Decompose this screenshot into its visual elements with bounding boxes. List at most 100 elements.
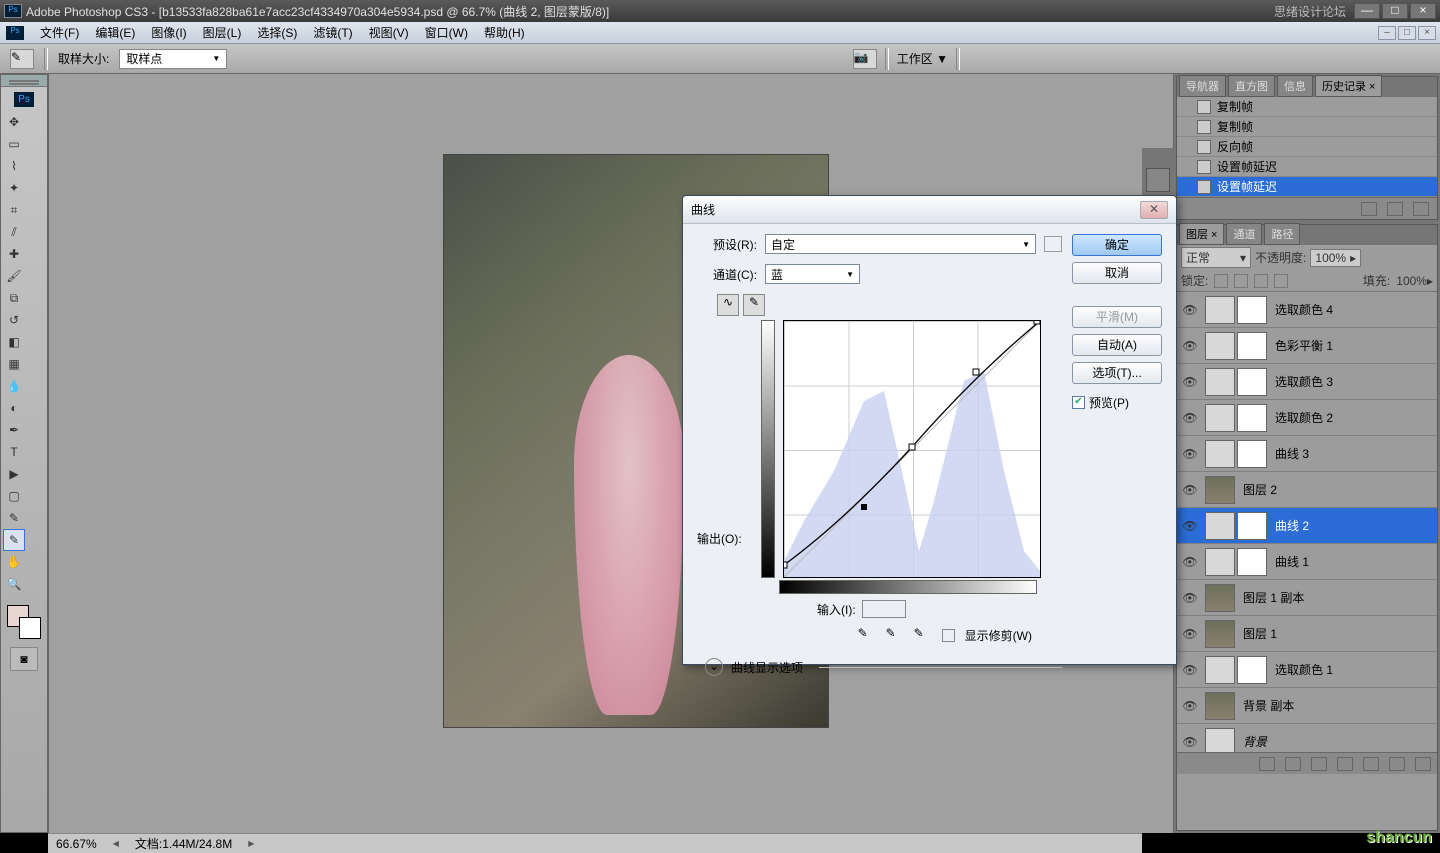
- tab-history[interactable]: 历史记录 ×: [1315, 75, 1382, 97]
- prev-arrow-icon[interactable]: ◀: [113, 839, 119, 848]
- stamp-tool[interactable]: ⧉: [3, 287, 25, 309]
- eyedropper-tool[interactable]: ✎: [3, 529, 25, 551]
- preview-checkbox[interactable]: ✔: [1072, 396, 1085, 409]
- slice-tool[interactable]: ⫽: [3, 221, 25, 243]
- visibility-icon[interactable]: 👁: [1177, 339, 1203, 353]
- tab-navigator[interactable]: 导航器: [1179, 75, 1226, 97]
- lock-trans-icon[interactable]: [1214, 274, 1228, 288]
- input-field[interactable]: [862, 600, 906, 618]
- adjustment-icon[interactable]: [1337, 757, 1353, 771]
- mask-icon[interactable]: [1311, 757, 1327, 771]
- curve-pencil-tool[interactable]: ✎: [743, 294, 765, 316]
- color-swatches[interactable]: [1, 603, 47, 643]
- preset-combo[interactable]: 自定▼: [765, 234, 1036, 254]
- heal-tool[interactable]: ✚: [3, 243, 25, 265]
- curve-point-tool[interactable]: ∿: [717, 294, 739, 316]
- menu-image[interactable]: 图像(I): [143, 24, 194, 41]
- expand-toggle[interactable]: ⌄: [705, 658, 723, 676]
- crop-tool[interactable]: ⌗: [3, 199, 25, 221]
- menu-filter[interactable]: 滤镜(T): [305, 24, 360, 41]
- tab-paths[interactable]: 路径: [1264, 223, 1300, 245]
- curve-point[interactable]: [909, 444, 915, 450]
- menu-edit[interactable]: 编辑(E): [87, 24, 143, 41]
- new-layer-icon[interactable]: [1389, 757, 1405, 771]
- layer-row[interactable]: 👁选取颜色 4: [1177, 292, 1437, 328]
- sample-size-combo[interactable]: 取样点▼: [119, 49, 227, 69]
- lock-pixels-icon[interactable]: [1234, 274, 1248, 288]
- info-menu-icon[interactable]: ▶: [248, 839, 254, 848]
- fx-icon[interactable]: [1285, 757, 1301, 771]
- zoom-readout[interactable]: 66.67%: [56, 837, 97, 851]
- visibility-icon[interactable]: 👁: [1177, 627, 1203, 641]
- tab-histogram[interactable]: 直方图: [1228, 75, 1275, 97]
- minimize-button[interactable]: —: [1354, 3, 1380, 19]
- layer-row[interactable]: 👁选取颜色 2: [1177, 400, 1437, 436]
- black-eyedropper-icon[interactable]: ✎: [858, 626, 876, 644]
- shape-tool[interactable]: ▢: [3, 485, 25, 507]
- menu-file[interactable]: 文件(F): [32, 24, 87, 41]
- brush-tool[interactable]: 🖌: [3, 265, 25, 287]
- close-button[interactable]: ×: [1410, 3, 1436, 19]
- menu-select[interactable]: 选择(S): [249, 24, 305, 41]
- layer-row[interactable]: 👁选取颜色 1: [1177, 652, 1437, 688]
- lock-pos-icon[interactable]: [1254, 274, 1268, 288]
- gradient-tool[interactable]: ▦: [3, 353, 25, 375]
- eraser-tool[interactable]: ◧: [3, 331, 25, 353]
- group-icon[interactable]: [1363, 757, 1379, 771]
- options-button[interactable]: 选项(T)...: [1072, 362, 1162, 384]
- history-item[interactable]: 设置帧延迟: [1177, 157, 1437, 177]
- visibility-icon[interactable]: 👁: [1177, 519, 1203, 533]
- layer-row[interactable]: 👁图层 1 副本: [1177, 580, 1437, 616]
- layer-row[interactable]: 👁曲线 3: [1177, 436, 1437, 472]
- layer-row[interactable]: 👁图层 1: [1177, 616, 1437, 652]
- type-tool[interactable]: T: [3, 441, 25, 463]
- visibility-icon[interactable]: 👁: [1177, 555, 1203, 569]
- history-item[interactable]: 设置帧延迟: [1177, 177, 1437, 197]
- menu-view[interactable]: 视图(V): [361, 24, 417, 41]
- tab-info[interactable]: 信息: [1277, 75, 1313, 97]
- mdi-minimize[interactable]: –: [1378, 26, 1396, 40]
- maximize-button[interactable]: □: [1382, 3, 1408, 19]
- smooth-button[interactable]: 平滑(M): [1072, 306, 1162, 328]
- tab-layers[interactable]: 图层 ×: [1179, 223, 1224, 245]
- layer-row[interactable]: 👁选取颜色 3: [1177, 364, 1437, 400]
- history-item[interactable]: 复制帧: [1177, 97, 1437, 117]
- trash-icon[interactable]: [1413, 202, 1429, 216]
- visibility-icon[interactable]: 👁: [1177, 699, 1203, 713]
- visibility-icon[interactable]: 👁: [1177, 663, 1203, 677]
- menu-window[interactable]: 窗口(W): [417, 24, 476, 41]
- lock-all-icon[interactable]: [1274, 274, 1288, 288]
- wand-tool[interactable]: ✦: [3, 177, 25, 199]
- opacity-field[interactable]: 100%▸: [1310, 249, 1361, 267]
- path-select-tool[interactable]: ▶: [3, 463, 25, 485]
- hand-tool[interactable]: ✋: [3, 551, 25, 573]
- new-snapshot-icon[interactable]: [1361, 202, 1377, 216]
- channel-combo[interactable]: 蓝▼: [765, 264, 860, 284]
- layer-row[interactable]: 👁曲线 1: [1177, 544, 1437, 580]
- tab-channels[interactable]: 通道: [1226, 223, 1262, 245]
- new-doc-icon[interactable]: [1387, 202, 1403, 216]
- workspace-menu[interactable]: 工作区 ▼: [897, 50, 948, 67]
- curve-point[interactable]: [784, 562, 787, 568]
- curve-point[interactable]: [973, 369, 979, 375]
- bridge-icon[interactable]: 📷: [853, 49, 877, 69]
- curve-point[interactable]: [861, 504, 867, 510]
- mdi-restore[interactable]: □: [1398, 26, 1416, 40]
- background-swatch[interactable]: [19, 617, 41, 639]
- dodge-tool[interactable]: ◐: [3, 397, 25, 419]
- layer-row[interactable]: 👁背景: [1177, 724, 1437, 752]
- lasso-tool[interactable]: ⌇: [3, 155, 25, 177]
- blur-tool[interactable]: 💧: [3, 375, 25, 397]
- toolbox-handle[interactable]: [1, 75, 47, 87]
- curves-graph[interactable]: [783, 320, 1041, 578]
- pen-tool[interactable]: ✒: [3, 419, 25, 441]
- show-clipping-checkbox[interactable]: [942, 629, 955, 642]
- auto-button[interactable]: 自动(A): [1072, 334, 1162, 356]
- visibility-icon[interactable]: 👁: [1177, 735, 1203, 749]
- mdi-close[interactable]: ×: [1418, 26, 1436, 40]
- dock-icon[interactable]: [1146, 168, 1170, 192]
- visibility-icon[interactable]: 👁: [1177, 411, 1203, 425]
- menu-layer[interactable]: 图层(L): [195, 24, 250, 41]
- active-tool-icon[interactable]: ✎: [10, 49, 34, 69]
- visibility-icon[interactable]: 👁: [1177, 483, 1203, 497]
